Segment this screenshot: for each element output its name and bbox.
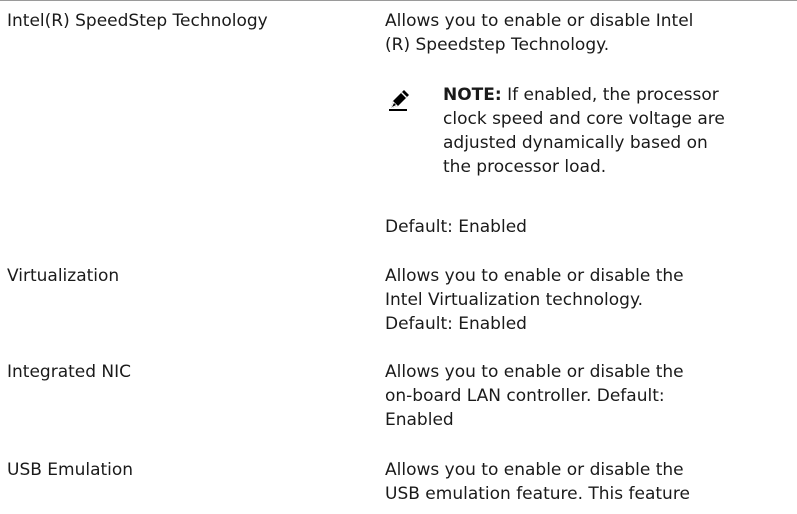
description-line: Enabled [385,410,454,430]
setting-description: Allows you to enable or disable Intel (R… [385,9,780,57]
note-line: clock speed and core voltage are [443,109,725,129]
description-line: Allows you to enable or disable the [385,266,684,286]
setting-description: Allows you to enable or disable the on-b… [385,360,780,432]
default-line: Default: Enabled [385,217,527,237]
note-text: NOTE: If enabled, the processor clock sp… [443,83,795,179]
top-divider [0,0,797,1]
description-line: Allows you to enable or disable Intel [385,11,694,31]
description-line: Intel Virtualization technology. [385,290,643,310]
pencil-icon [385,85,413,113]
description-line: Allows you to enable or disable the [385,362,684,382]
note-line: the processor load. [443,157,607,177]
setting-name: Virtualization [7,266,120,286]
default-value: Default: Enabled [385,215,780,239]
setting-name: Integrated NIC [7,362,132,382]
description-line: Allows you to enable or disable the [385,460,684,480]
note-line-text: If enabled, the processor [501,85,719,105]
setting-description: Allows you to enable or disable the USB … [385,458,780,506]
note-line: NOTE: If enabled, the processor [443,83,795,107]
setting-description: Allows you to enable or disable the Inte… [385,264,780,336]
description-line: Default: Enabled [385,314,527,334]
description-line: USB emulation feature. This feature [385,484,690,504]
description-line: on-board LAN controller. Default: [385,386,665,406]
note-line: adjusted dynamically based on [443,133,708,153]
setting-name: USB Emulation [7,460,134,480]
description-line: (R) Speedstep Technology. [385,35,610,55]
note-label: NOTE: [443,85,502,105]
setting-name: Intel(R) SpeedStep Technology [7,11,268,31]
